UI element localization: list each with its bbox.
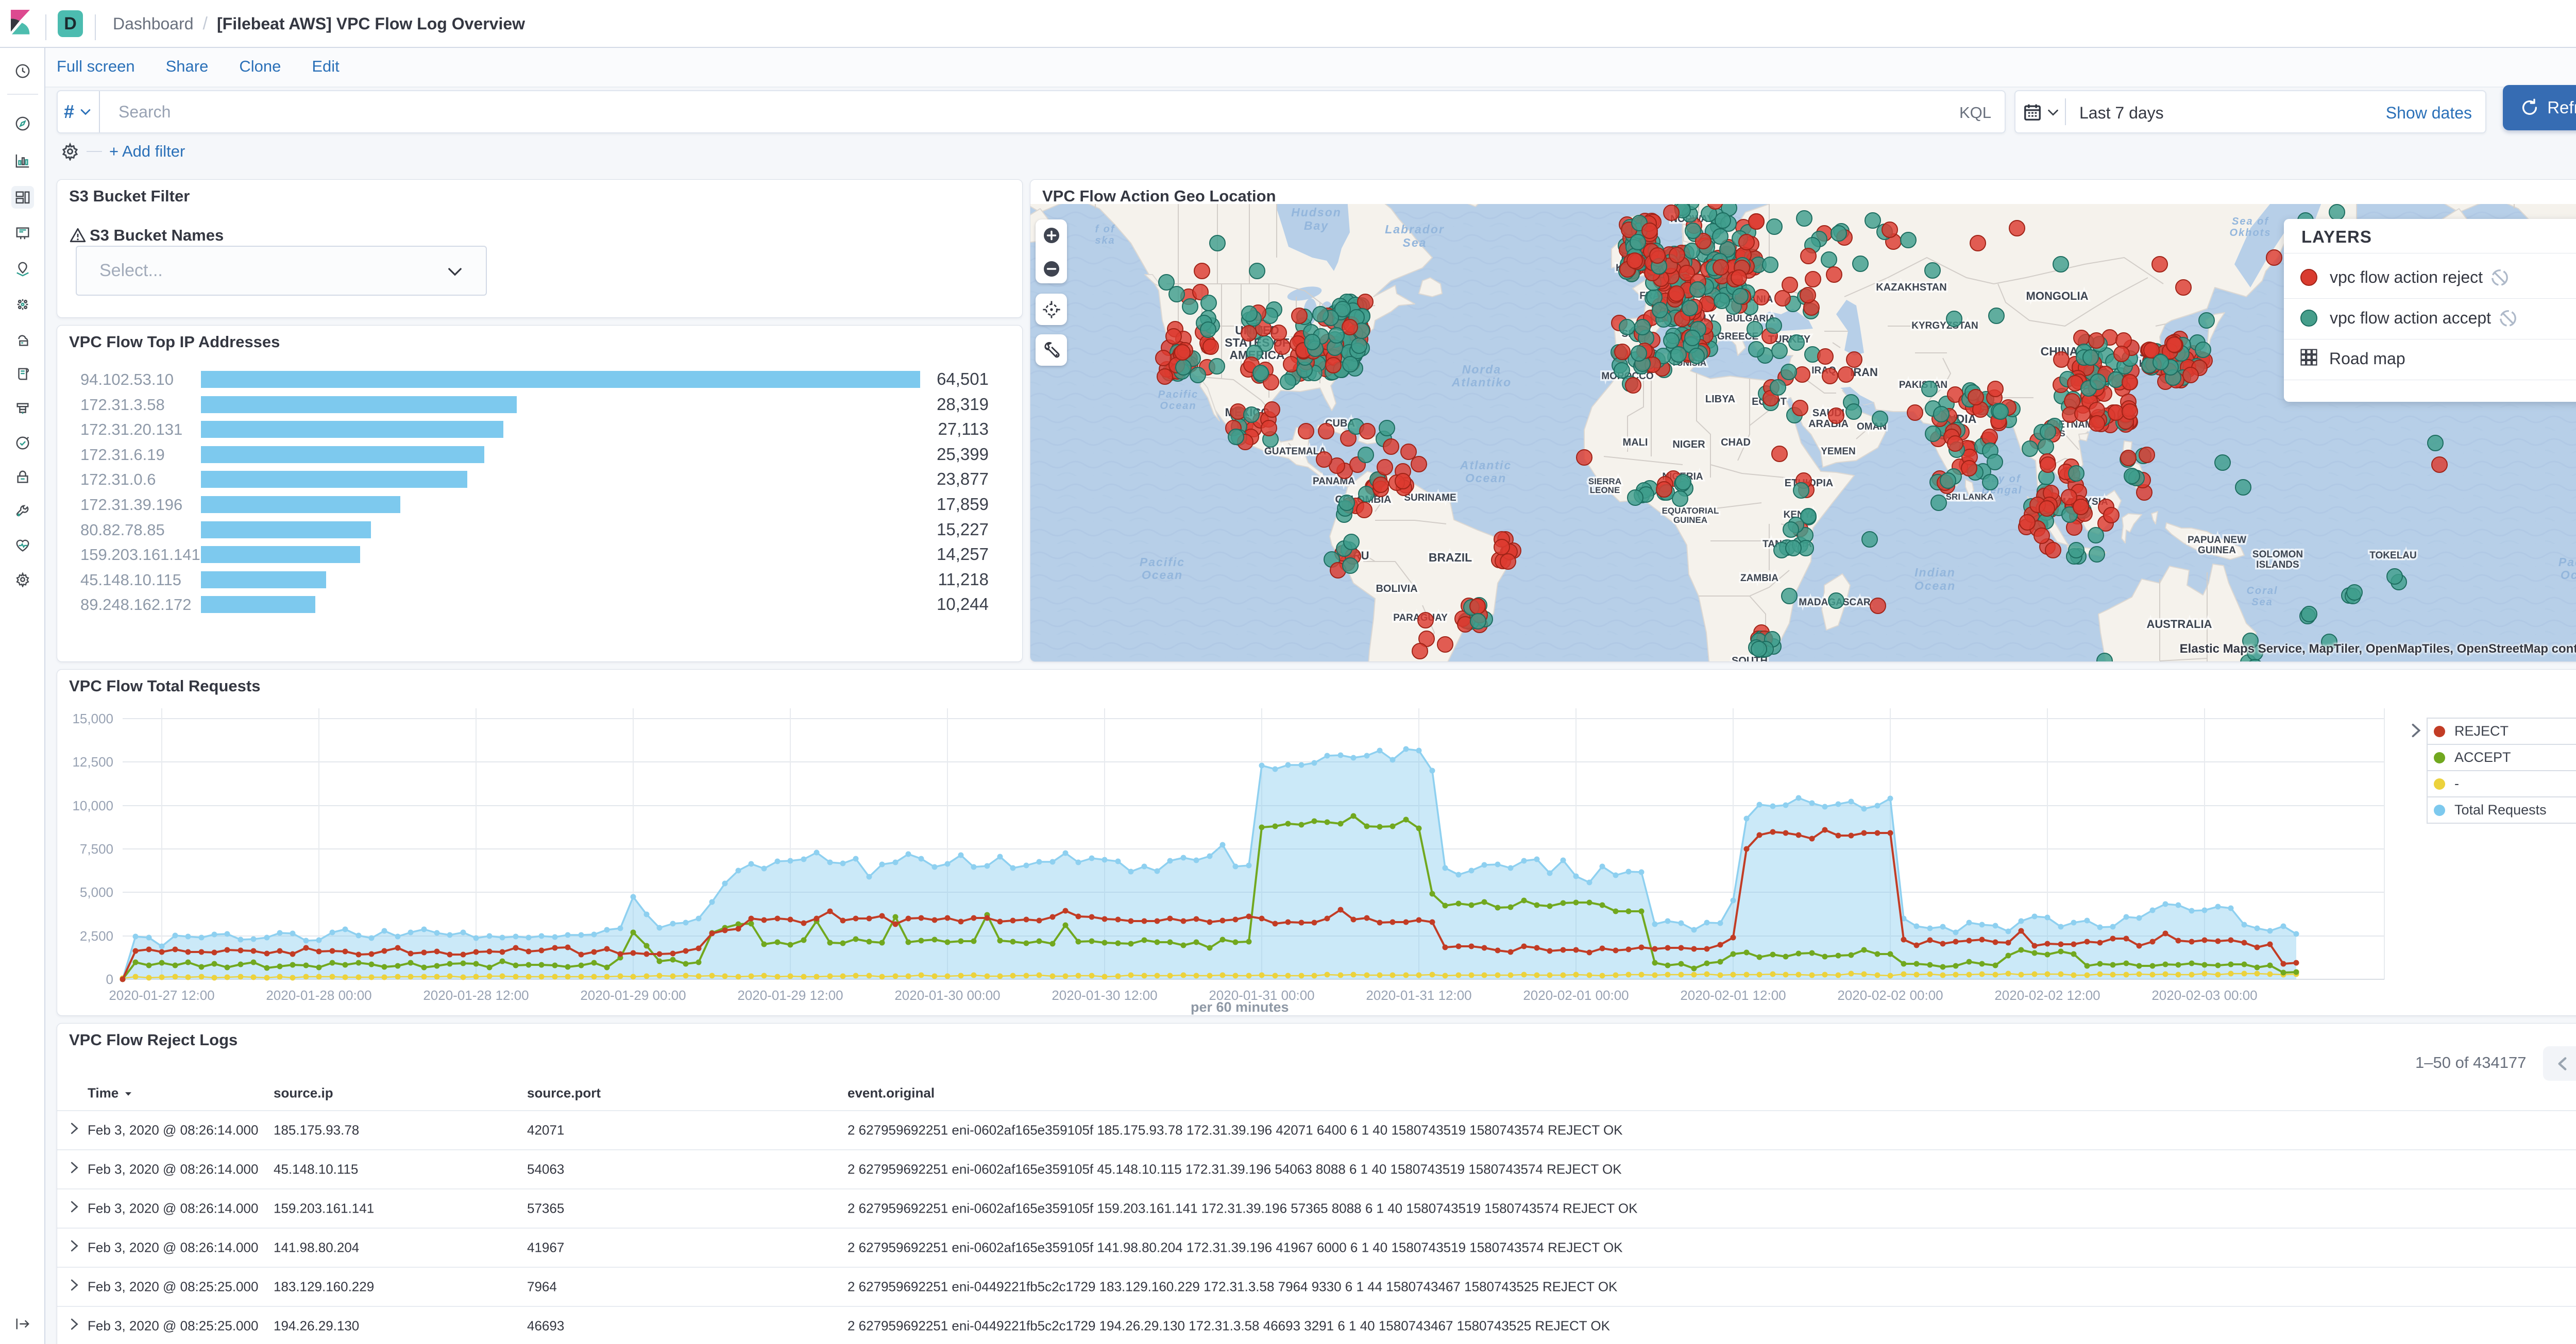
svg-text:YEMEN: YEMEN [1821, 446, 1856, 457]
svg-text:Sea of: Sea of [2232, 216, 2269, 227]
svg-text:Ocean: Ocean [1142, 568, 1183, 582]
svg-text:15,000: 15,000 [72, 711, 113, 726]
svg-text:2020-01-30 12:00: 2020-01-30 12:00 [1052, 988, 1157, 1003]
svg-text:2020-02-02 12:00: 2020-02-02 12:00 [1994, 988, 2100, 1003]
svg-text:Atlantic: Atlantic [1460, 458, 1512, 472]
svg-text:2020-02-01 12:00: 2020-02-01 12:00 [1680, 988, 1786, 1003]
svg-text:2020-01-28 12:00: 2020-01-28 12:00 [423, 988, 529, 1003]
svg-text:GUINEA: GUINEA [1673, 515, 1707, 525]
svg-text:Bay: Bay [1304, 219, 1329, 232]
svg-text:ska: ska [1095, 235, 1115, 246]
svg-text:7,500: 7,500 [80, 841, 113, 857]
svg-text:KYRGYZSTAN: KYRGYZSTAN [1911, 320, 1978, 331]
svg-text:2020-02-01 00:00: 2020-02-01 00:00 [1523, 988, 1629, 1003]
svg-text:10,000: 10,000 [72, 798, 113, 813]
svg-text:ISLANDS: ISLANDS [2256, 559, 2299, 570]
svg-text:12,500: 12,500 [72, 754, 113, 770]
svg-text:Sea: Sea [1403, 236, 1427, 249]
svg-text:Pacific: Pacific [1158, 389, 1198, 400]
svg-text:Norda: Norda [1462, 363, 1501, 376]
svg-text:Pacific: Pacific [1140, 555, 1185, 569]
svg-text:Ocean: Ocean [1914, 579, 1956, 592]
svg-text:GUATEMALA: GUATEMALA [1264, 446, 1326, 457]
svg-text:NIGER: NIGER [1672, 439, 1705, 450]
svg-text:f of: f of [1095, 224, 1115, 235]
svg-text:2020-01-27 12:00: 2020-01-27 12:00 [109, 988, 214, 1003]
svg-text:5,000: 5,000 [80, 884, 113, 900]
svg-text:Ocean: Ocean [1160, 400, 1196, 412]
svg-text:Sea: Sea [2251, 597, 2273, 608]
svg-text:0: 0 [106, 972, 113, 987]
svg-text:BRAZIL: BRAZIL [1429, 551, 1472, 564]
svg-text:Labrador: Labrador [1385, 223, 1445, 236]
svg-text:SURINAME: SURINAME [1404, 492, 1456, 503]
svg-text:CHAD: CHAD [1721, 437, 1751, 448]
svg-text:SOLOMON: SOLOMON [2252, 549, 2303, 560]
svg-text:Ocean: Ocean [1465, 471, 1506, 485]
svg-text:Okhots: Okhots [2230, 227, 2272, 239]
svg-text:GUINEA: GUINEA [2198, 545, 2236, 556]
svg-text:2020-01-30 00:00: 2020-01-30 00:00 [894, 988, 1000, 1003]
svg-text:Atlantiko: Atlantiko [1451, 376, 1512, 389]
svg-text:2020-01-29 12:00: 2020-01-29 12:00 [737, 988, 843, 1003]
svg-text:LIBYA: LIBYA [1705, 394, 1735, 405]
svg-text:MONGOLIA: MONGOLIA [2026, 290, 2089, 302]
svg-text:2020-02-02 00:00: 2020-02-02 00:00 [1837, 988, 1943, 1003]
svg-text:ZAMBIA: ZAMBIA [1740, 573, 1778, 584]
svg-text:EQUATORIAL: EQUATORIAL [1662, 506, 1719, 516]
svg-text:2020-01-29 00:00: 2020-01-29 00:00 [580, 988, 686, 1003]
svg-text:2020-02-03 00:00: 2020-02-03 00:00 [2151, 988, 2257, 1003]
svg-text:LEONE: LEONE [1590, 485, 1620, 495]
svg-text:Coral: Coral [2246, 585, 2278, 597]
svg-text:AUSTRALIA: AUSTRALIA [2146, 618, 2212, 631]
svg-text:KAZAKHSTAN: KAZAKHSTAN [1876, 282, 1946, 293]
svg-text:BOLIVIA: BOLIVIA [1376, 583, 1417, 594]
svg-text:Hudson: Hudson [1291, 206, 1342, 219]
svg-text:PAPUA NEW: PAPUA NEW [2188, 535, 2246, 546]
svg-text:2,500: 2,500 [80, 928, 113, 944]
svg-text:MALI: MALI [1623, 437, 1648, 448]
svg-text:2020-01-31 12:00: 2020-01-31 12:00 [1366, 988, 1471, 1003]
svg-text:2020-01-28 00:00: 2020-01-28 00:00 [266, 988, 371, 1003]
svg-text:Indian: Indian [1914, 566, 1956, 579]
